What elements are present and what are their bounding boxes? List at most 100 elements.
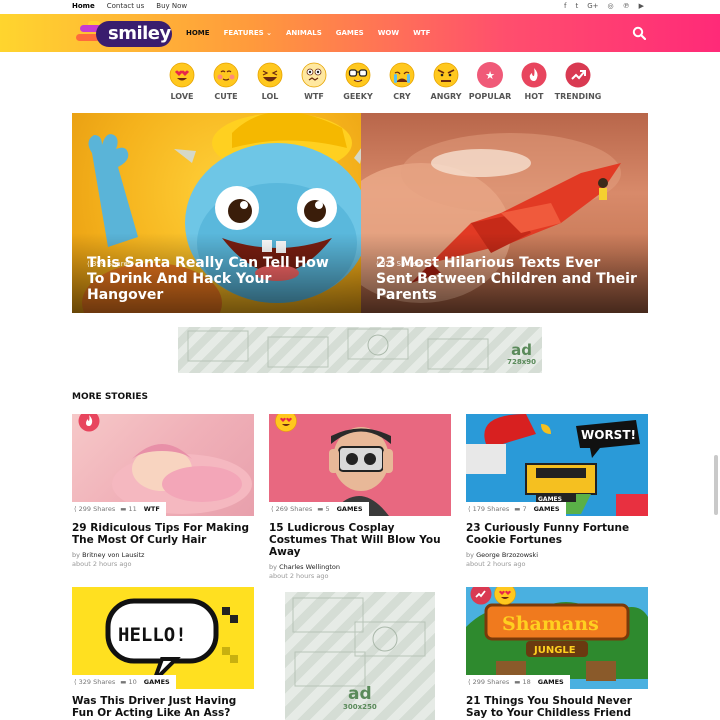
ad-square-300x250[interactable]: ad 300x250 xyxy=(285,592,435,720)
hello-text: HELLO! xyxy=(118,624,187,646)
reaction-cute[interactable]: CUTE xyxy=(204,62,248,101)
scrollbar-thumb[interactable] xyxy=(714,455,718,515)
story-card[interactable]: HELLO! ⟨ 329 Shares ▬ 10 GAMES Was This … xyxy=(72,587,254,719)
reaction-label: ANGRY xyxy=(430,92,462,101)
reaction-label: LOVE xyxy=(170,92,194,101)
laughing-emoji-icon xyxy=(257,62,283,88)
card-time: about 2 hours ago xyxy=(269,572,329,580)
reaction-geeky[interactable]: GEEKY xyxy=(336,62,380,101)
shamans-text: Shamans xyxy=(502,613,599,635)
story-card[interactable]: ⟨ 269 Shares ▬ 5 GAMES 15 Ludicrous Cosp… xyxy=(269,414,451,580)
twitter-icon[interactable]: t xyxy=(575,2,578,10)
sleeping-baby-image xyxy=(112,444,252,514)
nav-features[interactable]: FEATURES ⌄ xyxy=(224,29,272,37)
confused-emoji-icon xyxy=(301,62,327,88)
reaction-lol[interactable]: LOL xyxy=(248,62,292,101)
card-author: by Britney von Lausitz xyxy=(72,551,145,559)
share-count: ⟨ 179 Shares xyxy=(468,505,510,513)
top-link-contact[interactable]: Contact us xyxy=(107,2,145,10)
story-card[interactable]: WORST! GAMES ⟨ 179 Shares ▬ 7 GAMES 23 C… xyxy=(466,414,648,568)
nav-animals[interactable]: ANIMALS xyxy=(286,29,322,37)
reaction-wtf[interactable]: WTF xyxy=(292,62,336,101)
card-title[interactable]: 21 Things You Should Never Say to Your C… xyxy=(466,695,648,719)
share-count: ⟨ 299 Shares xyxy=(468,678,510,686)
reaction-label: CRY xyxy=(393,92,411,101)
category-tag[interactable]: GAMES xyxy=(531,505,562,513)
nav-wtf[interactable]: WTF xyxy=(413,29,430,37)
card-title[interactable]: 29 Ridiculous Tips For Making The Most O… xyxy=(72,522,254,546)
card-title[interactable]: Was This Driver Just Having Fun Or Actin… xyxy=(72,695,254,719)
card-image-shamans: Shamans JUNGLE ⟨ 299 Shares ▬ 18 GAMES xyxy=(466,587,648,689)
reaction-label: TRENDING xyxy=(554,92,602,101)
card-meta: ⟨ 179 Shares ▬ 7 GAMES xyxy=(466,502,566,516)
main-header: smiley HOME FEATURES ⌄ ANIMALS GAMES WOW… xyxy=(0,14,720,52)
reaction-angry[interactable]: ANGRY xyxy=(424,62,468,101)
crying-emoji-icon xyxy=(389,62,415,88)
category-tag[interactable]: GAMES xyxy=(141,678,172,686)
nav-games[interactable]: GAMES xyxy=(336,29,364,37)
category-tag[interactable]: GAMES xyxy=(334,505,365,513)
site-logo[interactable]: smiley xyxy=(74,19,174,47)
author-name[interactable]: George Brzozowski xyxy=(476,551,538,559)
reaction-hot[interactable]: HOT xyxy=(512,62,556,101)
card-meta: ⟨ 329 Shares ▬ 10 GAMES xyxy=(72,675,176,689)
top-link-home[interactable]: Home xyxy=(72,2,95,10)
instagram-icon[interactable]: ◎ xyxy=(608,2,614,10)
logo-text: smiley xyxy=(108,23,171,44)
hero-article-1[interactable]: ⟨ 399 Shares This Santa Really Can Tell … xyxy=(72,113,361,313)
ad-label-size: 728x90 xyxy=(507,358,536,366)
top-links: Home Contact us Buy Now xyxy=(72,2,187,10)
social-links: f t G+ ◎ ℗ ▶ xyxy=(564,2,644,10)
flame-icon xyxy=(521,62,547,88)
reaction-label: GEEKY xyxy=(343,92,373,101)
ad-label-big: ad xyxy=(511,341,532,359)
share-count: ⟨ 269 Shares xyxy=(271,505,313,513)
dollar-robot-cartoon-image: WORST! GAMES xyxy=(466,414,648,516)
author-name[interactable]: Britney von Lausitz xyxy=(82,551,144,559)
card-author: by George Brzozowski xyxy=(466,551,539,559)
nerd-emoji-icon xyxy=(345,62,371,88)
reaction-popular[interactable]: ★ POPULAR xyxy=(468,62,512,101)
reaction-label: POPULAR xyxy=(468,92,512,101)
category-tag[interactable]: WTF xyxy=(141,505,162,513)
blush-emoji-icon xyxy=(213,62,239,88)
hello-speech-bubble-image: HELLO! xyxy=(72,587,254,689)
top-utility-bar: Home Contact us Buy Now f t G+ ◎ ℗ ▶ xyxy=(0,0,720,14)
card-title[interactable]: 15 Ludicrous Cosplay Costumes That Will … xyxy=(269,522,451,558)
share-count: ⟨ 299 Shares xyxy=(74,505,116,513)
card-image-vr: ⟨ 269 Shares ▬ 5 GAMES xyxy=(269,414,451,516)
ad-label: ad 728x90 xyxy=(507,341,536,367)
category-tag[interactable]: GAMES xyxy=(535,678,566,686)
comment-count: ▬ 18 xyxy=(514,678,531,686)
reaction-cry[interactable]: CRY xyxy=(380,62,424,101)
heart-eyes-emoji-icon xyxy=(169,62,195,88)
google-plus-icon[interactable]: G+ xyxy=(587,2,598,10)
author-name[interactable]: Charles Wellington xyxy=(279,563,340,571)
story-card[interactable]: ⟨ 299 Shares ▬ 11 WTF 29 Ridiculous Tips… xyxy=(72,414,254,568)
search-icon[interactable] xyxy=(632,26,646,40)
nav-wow[interactable]: WOW xyxy=(378,29,399,37)
trending-arrow-icon xyxy=(565,62,591,88)
main-nav: HOME FEATURES ⌄ ANIMALS GAMES WOW WTF xyxy=(186,29,430,37)
youtube-icon[interactable]: ▶ xyxy=(639,2,644,10)
hero-title[interactable]: 23 Most Hilarious Texts Ever Sent Betwee… xyxy=(376,255,638,303)
card-image-baby: ⟨ 299 Shares ▬ 11 WTF xyxy=(72,414,254,516)
comment-count: ▬ 11 xyxy=(120,505,137,513)
hero-title[interactable]: This Santa Really Can Tell How To Drink … xyxy=(87,255,349,303)
facebook-icon[interactable]: f xyxy=(564,2,566,10)
reaction-trending[interactable]: TRENDING xyxy=(554,62,602,101)
nav-home[interactable]: HOME xyxy=(186,29,210,37)
reaction-label: LOL xyxy=(261,92,279,101)
pinterest-icon[interactable]: ℗ xyxy=(623,2,630,10)
top-link-buy-now[interactable]: Buy Now xyxy=(156,2,187,10)
vr-headset-man-image xyxy=(269,414,451,516)
reaction-love[interactable]: LOVE xyxy=(160,62,204,101)
story-card[interactable]: Shamans JUNGLE ⟨ 299 Shares ▬ 18 GAMES 2… xyxy=(466,587,648,719)
card-author: by Charles Wellington xyxy=(269,563,340,571)
card-time: about 2 hours ago xyxy=(466,560,526,568)
ad-banner-728x90[interactable]: ad 728x90 xyxy=(178,327,542,373)
hero-article-2[interactable]: ⟨ 929 Shares 23 Most Hilarious Texts Eve… xyxy=(361,113,648,313)
card-title[interactable]: 23 Curiously Funny Fortune Cookie Fortun… xyxy=(466,522,648,546)
card-meta: ⟨ 299 Shares ▬ 11 WTF xyxy=(72,502,166,516)
money-pattern xyxy=(187,328,489,370)
